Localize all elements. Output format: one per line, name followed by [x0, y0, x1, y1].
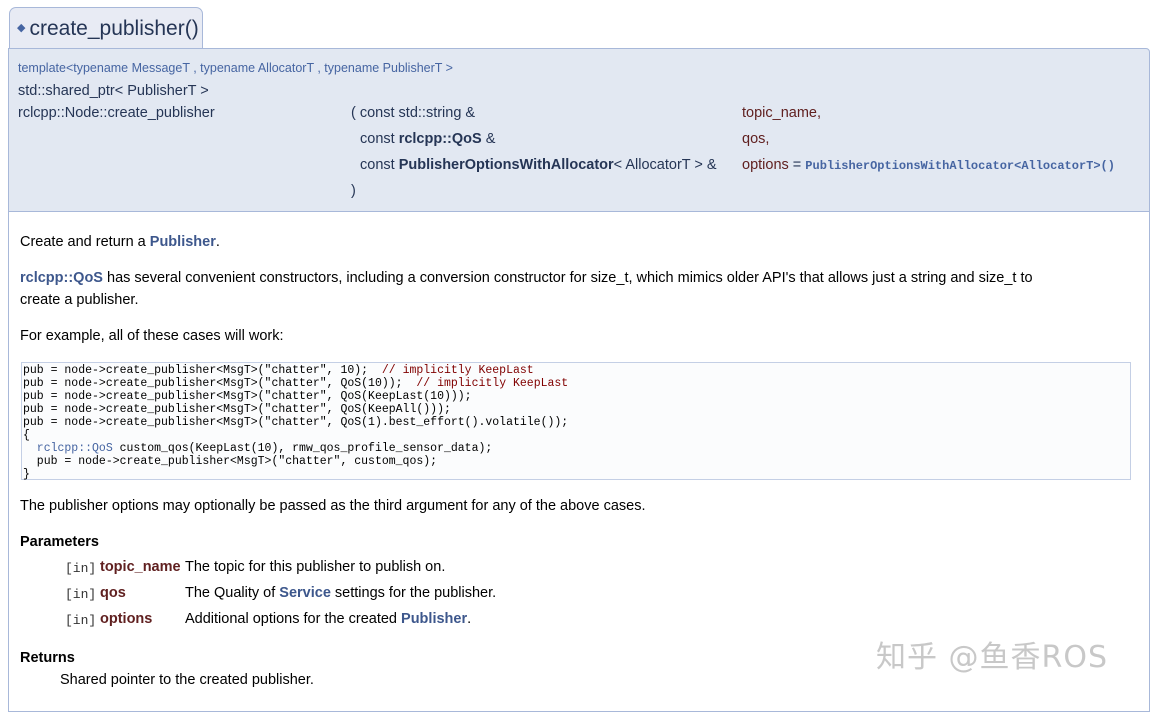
function-name: rclcpp::Node::create_publisher: [18, 105, 215, 121]
code-line: pub = node->create_publisher<MsgT>("chat…: [23, 377, 569, 390]
close-paren: ): [351, 183, 356, 199]
qos-paragraph-line2: create a publisher.: [20, 292, 139, 308]
template-line: template<typename MessageT , typename Al…: [18, 61, 453, 75]
code-line: pub = node->create_publisher<MsgT>("chat…: [23, 390, 472, 403]
code-line: {: [23, 429, 30, 442]
zhihu-watermark: 知乎 @鱼香ROS: [876, 640, 1109, 675]
options-paragraph: The publisher options may optionally be …: [20, 498, 646, 514]
service-link[interactable]: Service: [279, 585, 331, 601]
example-intro: For example, all of these cases will wor…: [20, 328, 284, 344]
publisher-options-type-link[interactable]: PublisherOptionsWithAllocator: [399, 157, 614, 173]
param-type-2: const rclcpp::QoS &: [360, 131, 496, 147]
returns-text: Shared pointer to the created publisher.: [60, 672, 314, 688]
member-title: create_publisher(): [29, 17, 199, 40]
code-line: pub = node->create_publisher<MsgT>("chat…: [23, 455, 438, 468]
parameters-heading: Parameters: [20, 534, 99, 550]
qos-paragraph-line1: rclcpp::QoS has several convenient const…: [20, 270, 1033, 286]
member-title-tab: ◆ create_publisher(): [9, 7, 203, 48]
code-line: rclcpp::QoS custom_qos(KeepLast(10), rmw…: [23, 442, 493, 455]
diamond-bullet-icon: ◆: [17, 22, 26, 34]
code-qos-link[interactable]: rclcpp::QoS: [23, 442, 113, 455]
param-name-qos: qos,: [742, 131, 770, 147]
code-line: }: [23, 468, 30, 481]
returns-heading: Returns: [20, 650, 75, 666]
qos-type-link[interactable]: rclcpp::QoS: [399, 131, 482, 147]
return-type: std::shared_ptr< PublisherT >: [18, 83, 209, 99]
param-type-3: const PublisherOptionsWithAllocator< All…: [360, 157, 717, 173]
param-name-topic-name: topic_name,: [742, 105, 821, 121]
intro-paragraph: Create and return a Publisher.: [20, 234, 220, 250]
publisher-link[interactable]: Publisher: [150, 234, 216, 250]
code-line: pub = node->create_publisher<MsgT>("chat…: [23, 364, 534, 377]
function-prototype: template<typename MessageT , typename Al…: [8, 48, 1150, 212]
publisher-link-2[interactable]: Publisher: [401, 611, 467, 627]
param-type-1: ( const std::string &: [351, 105, 476, 121]
default-value-link[interactable]: PublisherOptionsWithAllocator<AllocatorT…: [805, 159, 1115, 173]
rclcpp-qos-link[interactable]: rclcpp::QoS: [20, 270, 103, 286]
code-example: pub = node->create_publisher<MsgT>("chat…: [21, 362, 1131, 481]
code-line: pub = node->create_publisher<MsgT>("chat…: [23, 416, 569, 429]
code-line: pub = node->create_publisher<MsgT>("chat…: [23, 403, 451, 416]
param-name-options: options = PublisherOptionsWithAllocator<…: [742, 157, 1115, 173]
